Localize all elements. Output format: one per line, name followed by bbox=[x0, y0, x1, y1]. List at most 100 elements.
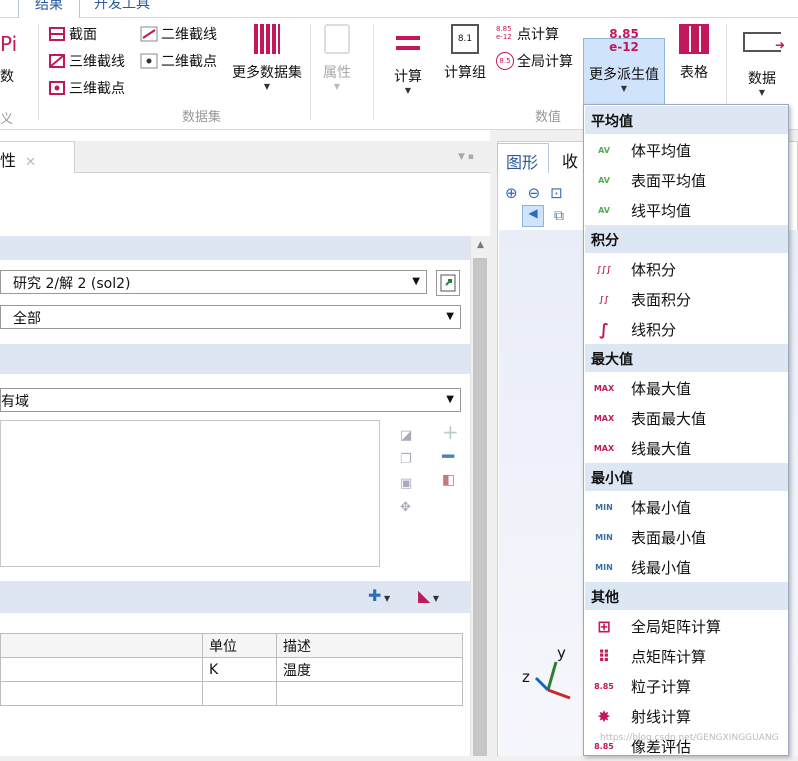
table-cell[interactable] bbox=[276, 681, 463, 706]
tab-developer[interactable]: 开发工具 bbox=[78, 0, 166, 18]
selection-edit-tools: + ━ ◧ bbox=[442, 420, 459, 492]
point-eval-label: 点计算 bbox=[517, 27, 559, 43]
menu-item[interactable]: ∫ 线积分 bbox=[585, 314, 788, 344]
table-cell[interactable] bbox=[0, 657, 203, 682]
menu-item[interactable]: ⊞ 全局矩阵计算 bbox=[585, 611, 788, 641]
table-icon bbox=[679, 24, 709, 54]
more-derived-button[interactable]: 8.85 e-12 更多派生值 ▼ bbox=[584, 28, 664, 94]
menu-item[interactable]: MIN 体最小值 bbox=[585, 492, 788, 522]
zoom-in-icon[interactable]: ⊕ bbox=[505, 184, 528, 202]
panel-menu-icon[interactable]: ▼ ▪ bbox=[458, 152, 474, 162]
selection-combo[interactable]: 有域 ▼ bbox=[0, 388, 461, 412]
menu-section-header: 平均值 bbox=[585, 106, 788, 134]
partial-button-label[interactable]: 数 bbox=[0, 66, 14, 86]
column-header[interactable]: 单位 bbox=[202, 633, 277, 658]
cutplane-button[interactable]: 截面 bbox=[48, 24, 97, 44]
clear-icon[interactable]: ◧ bbox=[442, 468, 459, 492]
column-header[interactable] bbox=[0, 633, 203, 658]
menu-item[interactable]: AV 体平均值 bbox=[585, 135, 788, 165]
more-datasets-button[interactable]: 更多数据集 ▼ bbox=[228, 24, 306, 91]
menu-item-label: 表面积分 bbox=[631, 290, 692, 309]
add-expression-icon[interactable]: ✚ ▼ bbox=[368, 586, 390, 605]
selection-list[interactable] bbox=[0, 420, 380, 567]
table-cell[interactable] bbox=[202, 681, 277, 706]
global-eval-button[interactable]: 8.5 全局计算 bbox=[496, 51, 573, 71]
menu-item[interactable]: MIN 表面最小值 bbox=[585, 522, 788, 552]
equals-icon bbox=[396, 36, 420, 50]
zoom-selection-icon[interactable]: ✥ bbox=[400, 496, 412, 520]
close-icon[interactable]: ✕ bbox=[25, 155, 36, 170]
cutline3d-label: 三维截线 bbox=[69, 54, 125, 70]
zoom-out-icon[interactable]: ⊖ bbox=[528, 184, 551, 202]
chevron-down-icon: ▼ bbox=[446, 394, 454, 405]
scroll-up-icon[interactable]: ▲ bbox=[471, 240, 490, 250]
tab-convergence[interactable]: 收 bbox=[562, 148, 578, 172]
cutpoint3d-button[interactable]: 三维截点 bbox=[48, 78, 125, 98]
menu-item[interactable]: MAX 线最大值 bbox=[585, 433, 788, 463]
cutline2d-label: 二维截线 bbox=[161, 27, 217, 43]
data-button[interactable]: ➜ 数据 ▼ bbox=[740, 24, 785, 97]
dataset-combo[interactable]: 研究 2/解 2 (sol2) ▼ bbox=[0, 270, 427, 294]
menu-item[interactable]: 8.85 粒子计算 bbox=[585, 671, 788, 701]
menu-item[interactable]: MIN 线最小值 bbox=[585, 552, 788, 582]
calc-button[interactable]: 计算 ▼ bbox=[388, 24, 428, 95]
point-eval-button[interactable]: 8.85 e-12 点计算 bbox=[496, 24, 559, 44]
dataset-goto-button[interactable] bbox=[436, 270, 460, 296]
cutline2d-button[interactable]: 二维截线 bbox=[140, 24, 217, 44]
menu-item[interactable]: ∫∫ 表面积分 bbox=[585, 284, 788, 314]
section-header[interactable] bbox=[0, 344, 470, 374]
cutplane-icon bbox=[48, 25, 66, 43]
eval-icon: ∫∫∫ bbox=[596, 264, 612, 274]
table-cell[interactable]: K bbox=[202, 657, 277, 682]
view-mode-icon[interactable]: ◀ bbox=[522, 205, 544, 227]
remove-icon[interactable]: ━ bbox=[442, 444, 459, 468]
menu-item[interactable]: ✸ 射线计算 bbox=[585, 701, 788, 731]
menu-item-label: 点矩阵计算 bbox=[631, 647, 707, 666]
menu-item[interactable]: ⠿ 点矩阵计算 bbox=[585, 641, 788, 671]
transparency-icon[interactable]: ⧉ bbox=[554, 208, 564, 224]
zoom-box-icon[interactable]: ⊡ bbox=[550, 184, 573, 202]
parameter-icon: Pi bbox=[0, 32, 18, 56]
tab-properties[interactable]: 性 ✕ bbox=[0, 141, 75, 173]
menu-item[interactable]: MAX 体最大值 bbox=[585, 373, 788, 403]
menu-item[interactable]: AV 线平均值 bbox=[585, 195, 788, 225]
replace-expression-icon[interactable]: ◣ ▼ bbox=[418, 586, 439, 605]
paint-icon[interactable]: ◪ bbox=[400, 424, 412, 448]
scrollbar-thumb[interactable] bbox=[473, 258, 487, 756]
parameter-combo[interactable]: 全部 ▼ bbox=[0, 305, 461, 329]
cutpoint3d-label: 三维截点 bbox=[69, 81, 125, 97]
calc-group-button[interactable]: 8.1 计算组 bbox=[440, 24, 490, 82]
cutline3d-button[interactable]: 三维截线 bbox=[48, 51, 125, 71]
menu-item-label: 线积分 bbox=[631, 320, 677, 339]
parameter-value: 全部 bbox=[13, 311, 41, 327]
tab-results[interactable]: 结果 bbox=[18, 0, 80, 18]
menu-item[interactable]: ∫∫∫ 体积分 bbox=[585, 254, 788, 284]
section-header[interactable] bbox=[0, 236, 470, 260]
chevron-down-icon: ▼ bbox=[333, 82, 341, 91]
copy-icon[interactable]: ❐ bbox=[400, 448, 412, 472]
table-row[interactable] bbox=[0, 681, 463, 706]
table-button[interactable]: 表格 bbox=[674, 24, 714, 82]
menu-item-label: 表面最小值 bbox=[631, 528, 707, 547]
cutline2d-icon bbox=[140, 25, 158, 43]
menu-item[interactable]: AV 表面平均值 bbox=[585, 165, 788, 195]
more-derived-label: 更多派生值 bbox=[589, 67, 659, 83]
average-icon: AV bbox=[598, 175, 610, 185]
table-cell[interactable]: 温度 bbox=[276, 657, 463, 682]
menu-section-header: 最大值 bbox=[585, 344, 788, 372]
cutpoint2d-button[interactable]: 二维截点 bbox=[140, 51, 217, 71]
menu-item[interactable]: MAX 表面最大值 bbox=[585, 403, 788, 433]
graphics-toolbar: ⊕⊖⊡ bbox=[505, 184, 573, 202]
column-header[interactable]: 描述 bbox=[276, 633, 463, 658]
cutplane-label: 截面 bbox=[69, 27, 97, 43]
properties-button[interactable]: 属性 ▼ bbox=[318, 24, 356, 91]
paste-icon[interactable]: ▣ bbox=[400, 472, 412, 496]
tab-graphics[interactable]: 图形 bbox=[497, 143, 549, 173]
cutline3d-icon bbox=[48, 52, 66, 70]
add-icon[interactable]: + bbox=[442, 420, 459, 444]
table-cell[interactable] bbox=[0, 681, 203, 706]
table-row[interactable]: K 温度 bbox=[0, 657, 463, 682]
minimum-icon: MIN bbox=[595, 562, 613, 572]
eval-icon: ✸ bbox=[597, 706, 611, 726]
menu-item-label: 全局矩阵计算 bbox=[631, 617, 722, 636]
